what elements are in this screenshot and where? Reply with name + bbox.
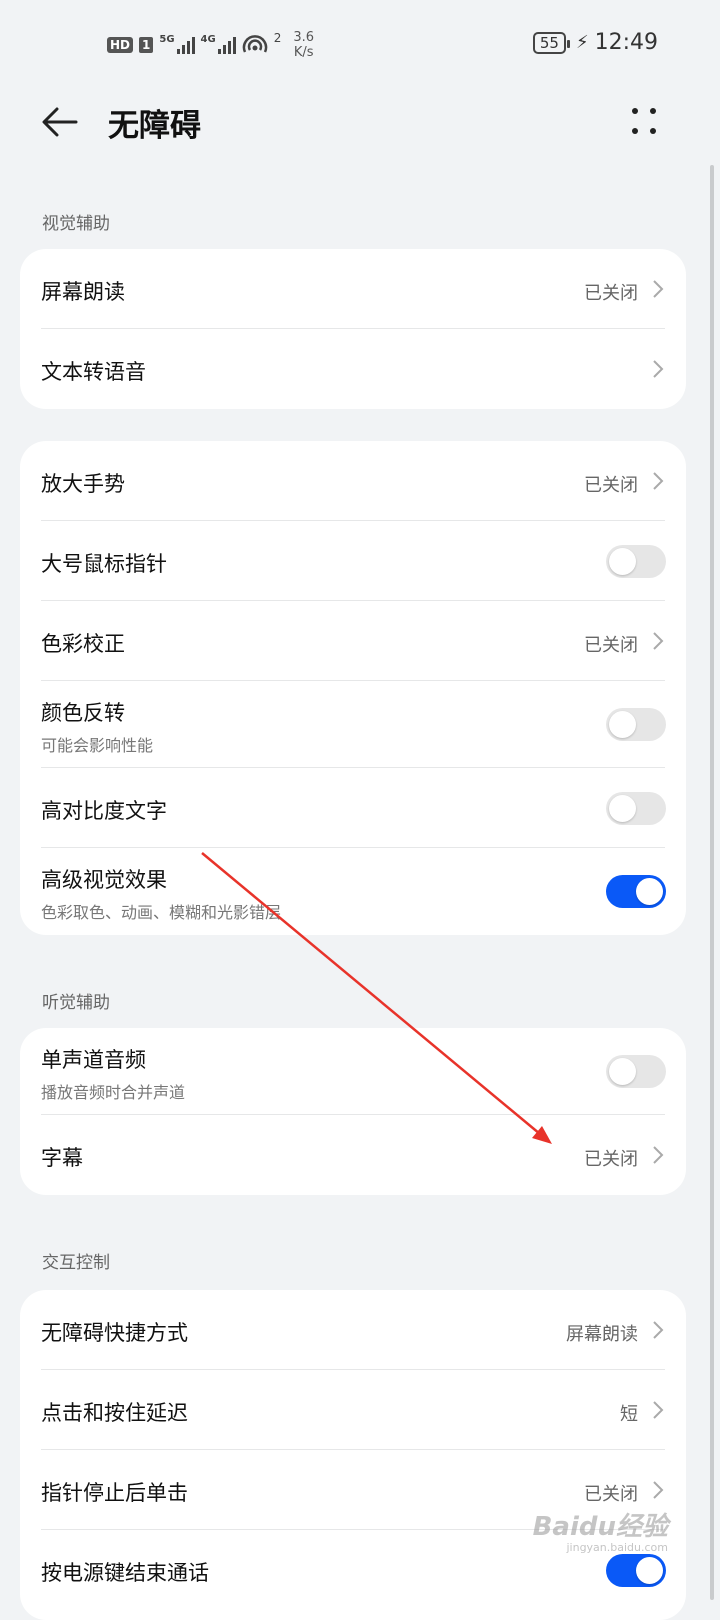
chevron-right-icon [653, 1146, 664, 1164]
hd-voice-icon: HD [107, 37, 134, 53]
signal-icon [176, 36, 195, 54]
back-button[interactable] [40, 102, 80, 142]
row-title: 点击和按住延迟 [41, 1401, 188, 1425]
row-color-inversion: 颜色反转 可能会影响性能 [20, 681, 686, 768]
hotspot-icon [242, 35, 267, 53]
card-vision-settings: 放大手势 已关闭 大号鼠标指针 色彩校正 已关闭 颜色反转 可能会影响性能 高对… [20, 441, 686, 935]
row-screen-reader[interactable]: 屏幕朗读 已关闭 [20, 249, 686, 329]
row-value: 屏幕朗读 [566, 1324, 638, 1345]
toggle-knob [636, 878, 663, 905]
row-color-correction[interactable]: 色彩校正 已关闭 [20, 601, 686, 681]
row-title: 高级视觉效果 [41, 868, 167, 892]
row-large-pointer: 大号鼠标指针 [20, 521, 686, 601]
row-shortcut[interactable]: 无障碍快捷方式 屏幕朗读 [20, 1290, 686, 1370]
power-end-call-toggle[interactable] [606, 1554, 666, 1587]
chevron-right-icon [653, 472, 664, 490]
toggle-knob [609, 1058, 636, 1085]
row-title: 高对比度文字 [41, 799, 167, 823]
section-vision-label: 视觉辅助 [42, 214, 110, 234]
row-title: 放大手势 [41, 472, 125, 496]
network-speed: 3.6 K/s [293, 30, 314, 60]
high-contrast-toggle[interactable] [606, 792, 666, 825]
row-value: 已关闭 [584, 1149, 638, 1170]
signal-icon-2 [217, 36, 236, 54]
row-title: 无障碍快捷方式 [41, 1321, 188, 1345]
row-subtitle: 色彩取色、动画、模糊和光影错层 [41, 903, 282, 922]
row-title: 色彩校正 [41, 632, 125, 656]
charging-icon: ⚡ [575, 32, 589, 53]
more-button[interactable] [630, 104, 660, 140]
advanced-visual-toggle[interactable] [606, 875, 666, 908]
row-title: 单声道音频 [41, 1048, 146, 1072]
network-4g-label: 4G [200, 33, 216, 45]
chevron-right-icon [653, 280, 664, 298]
row-title: 屏幕朗读 [41, 280, 125, 304]
row-high-contrast: 高对比度文字 [20, 768, 686, 848]
row-value: 已关闭 [584, 475, 638, 496]
watermark-sub: jingyan.baidu.com [566, 1541, 668, 1554]
row-touch-delay[interactable]: 点击和按住延迟 短 [20, 1370, 686, 1450]
row-advanced-visual: 高级视觉效果 色彩取色、动画、模糊和光影错层 [20, 848, 686, 935]
app-bar: 无障碍 [0, 90, 720, 156]
battery-icon: 55 [532, 31, 571, 54]
watermark-text: Baidu经验 [532, 1512, 668, 1542]
chevron-right-icon [653, 360, 664, 378]
section-interaction-label: 交互控制 [42, 1253, 110, 1273]
chevron-right-icon [653, 632, 664, 650]
clock: 12:49 [594, 30, 658, 55]
section-hearing-label: 听觉辅助 [42, 993, 110, 1013]
card-interaction: 无障碍快捷方式 屏幕朗读 点击和按住延迟 短 指针停止后单击 已关闭 按电源键结… [20, 1290, 686, 1620]
row-captions[interactable]: 字幕 已关闭 [20, 1115, 686, 1195]
speed-value: 3.6 [293, 30, 315, 45]
large-pointer-toggle[interactable] [606, 545, 666, 578]
card-hearing: 单声道音频 播放音频时合并声道 字幕 已关闭 [20, 1028, 686, 1195]
status-left: HD 1 5G 4G 2 3.6 K/s [107, 30, 314, 60]
toggle-knob [609, 548, 636, 575]
chevron-right-icon [653, 1401, 664, 1419]
toggle-knob [609, 795, 636, 822]
row-title: 大号鼠标指针 [41, 552, 167, 576]
toggle-knob [636, 1557, 663, 1584]
row-title: 颜色反转 [41, 701, 125, 725]
row-subtitle: 播放音频时合并声道 [41, 1083, 186, 1102]
speed-unit: K/s [293, 45, 314, 60]
row-magnify[interactable]: 放大手势 已关闭 [20, 441, 686, 521]
chevron-right-icon [653, 1481, 664, 1499]
card-screen-reading: 屏幕朗读 已关闭 文本转语音 [20, 249, 686, 409]
baidu-watermark: Baidu经验 jingyan.baidu.com [533, 1506, 668, 1554]
color-inversion-toggle[interactable] [606, 708, 666, 741]
row-value: 已关闭 [584, 283, 638, 304]
toggle-knob [609, 711, 636, 738]
row-mono-audio: 单声道音频 播放音频时合并声道 [20, 1028, 686, 1115]
status-bar: HD 1 5G 4G 2 3.6 K/s 55 ⚡ 12:49 [0, 0, 720, 90]
row-title: 字幕 [41, 1146, 83, 1170]
network-5g-label: 5G [159, 33, 175, 45]
row-title: 文本转语音 [41, 360, 146, 384]
scrollbar[interactable] [710, 165, 714, 1600]
row-tts[interactable]: 文本转语音 [20, 329, 686, 409]
row-value: 短 [620, 1404, 638, 1425]
hotspot-count: 2 [273, 31, 282, 45]
row-title: 按电源键结束通话 [41, 1561, 209, 1585]
page-title: 无障碍 [108, 108, 201, 144]
row-value: 已关闭 [584, 1484, 638, 1505]
row-subtitle: 可能会影响性能 [41, 736, 154, 755]
sim-icon: 1 [139, 37, 154, 53]
chevron-right-icon [653, 1321, 664, 1339]
row-value: 已关闭 [584, 635, 638, 656]
mono-audio-toggle[interactable] [606, 1055, 666, 1088]
status-right: 55 ⚡ 12:49 [532, 30, 658, 55]
row-title: 指针停止后单击 [41, 1481, 188, 1505]
arrow-left-icon [42, 107, 78, 137]
